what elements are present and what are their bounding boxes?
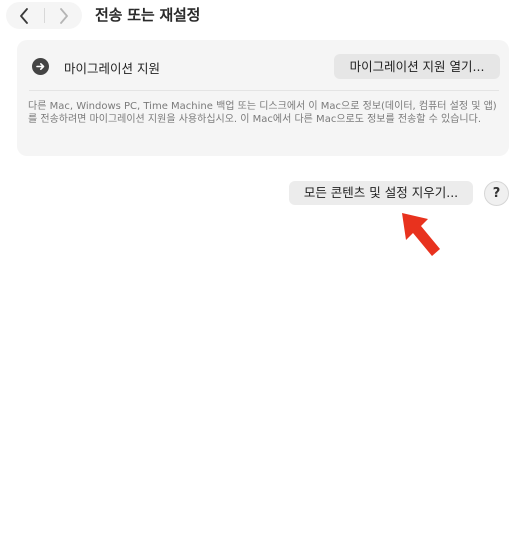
open-migration-assistant-button[interactable]: 마이그레이션 지원 열기...	[334, 54, 500, 79]
nav-divider	[44, 8, 45, 23]
title-bar: 전송 또는 재설정	[0, 0, 518, 30]
page-title: 전송 또는 재설정	[95, 6, 201, 24]
back-button[interactable]	[9, 2, 39, 29]
chevron-right-icon	[60, 7, 68, 24]
arrow-circle-right-icon	[32, 58, 49, 75]
migration-row: 마이그레이션 지원 마이그레이션 지원 열기...	[17, 40, 509, 90]
migration-label: 마이그레이션 지원	[64, 61, 160, 76]
erase-all-content-button[interactable]: 모든 콘텐츠 및 설정 지우기...	[289, 181, 473, 205]
chevron-left-icon	[20, 7, 28, 24]
forward-button[interactable]	[49, 2, 79, 29]
navigation-controls	[6, 2, 82, 29]
migration-description: 다른 Mac, Windows PC, Time Machine 백업 또는 디…	[28, 101, 497, 125]
red-pointer-arrow-icon	[402, 213, 440, 256]
divider	[29, 90, 499, 91]
help-button[interactable]: ?	[484, 181, 509, 206]
migration-card: 마이그레이션 지원 마이그레이션 지원 열기... 다른 Mac, Window…	[17, 40, 509, 156]
